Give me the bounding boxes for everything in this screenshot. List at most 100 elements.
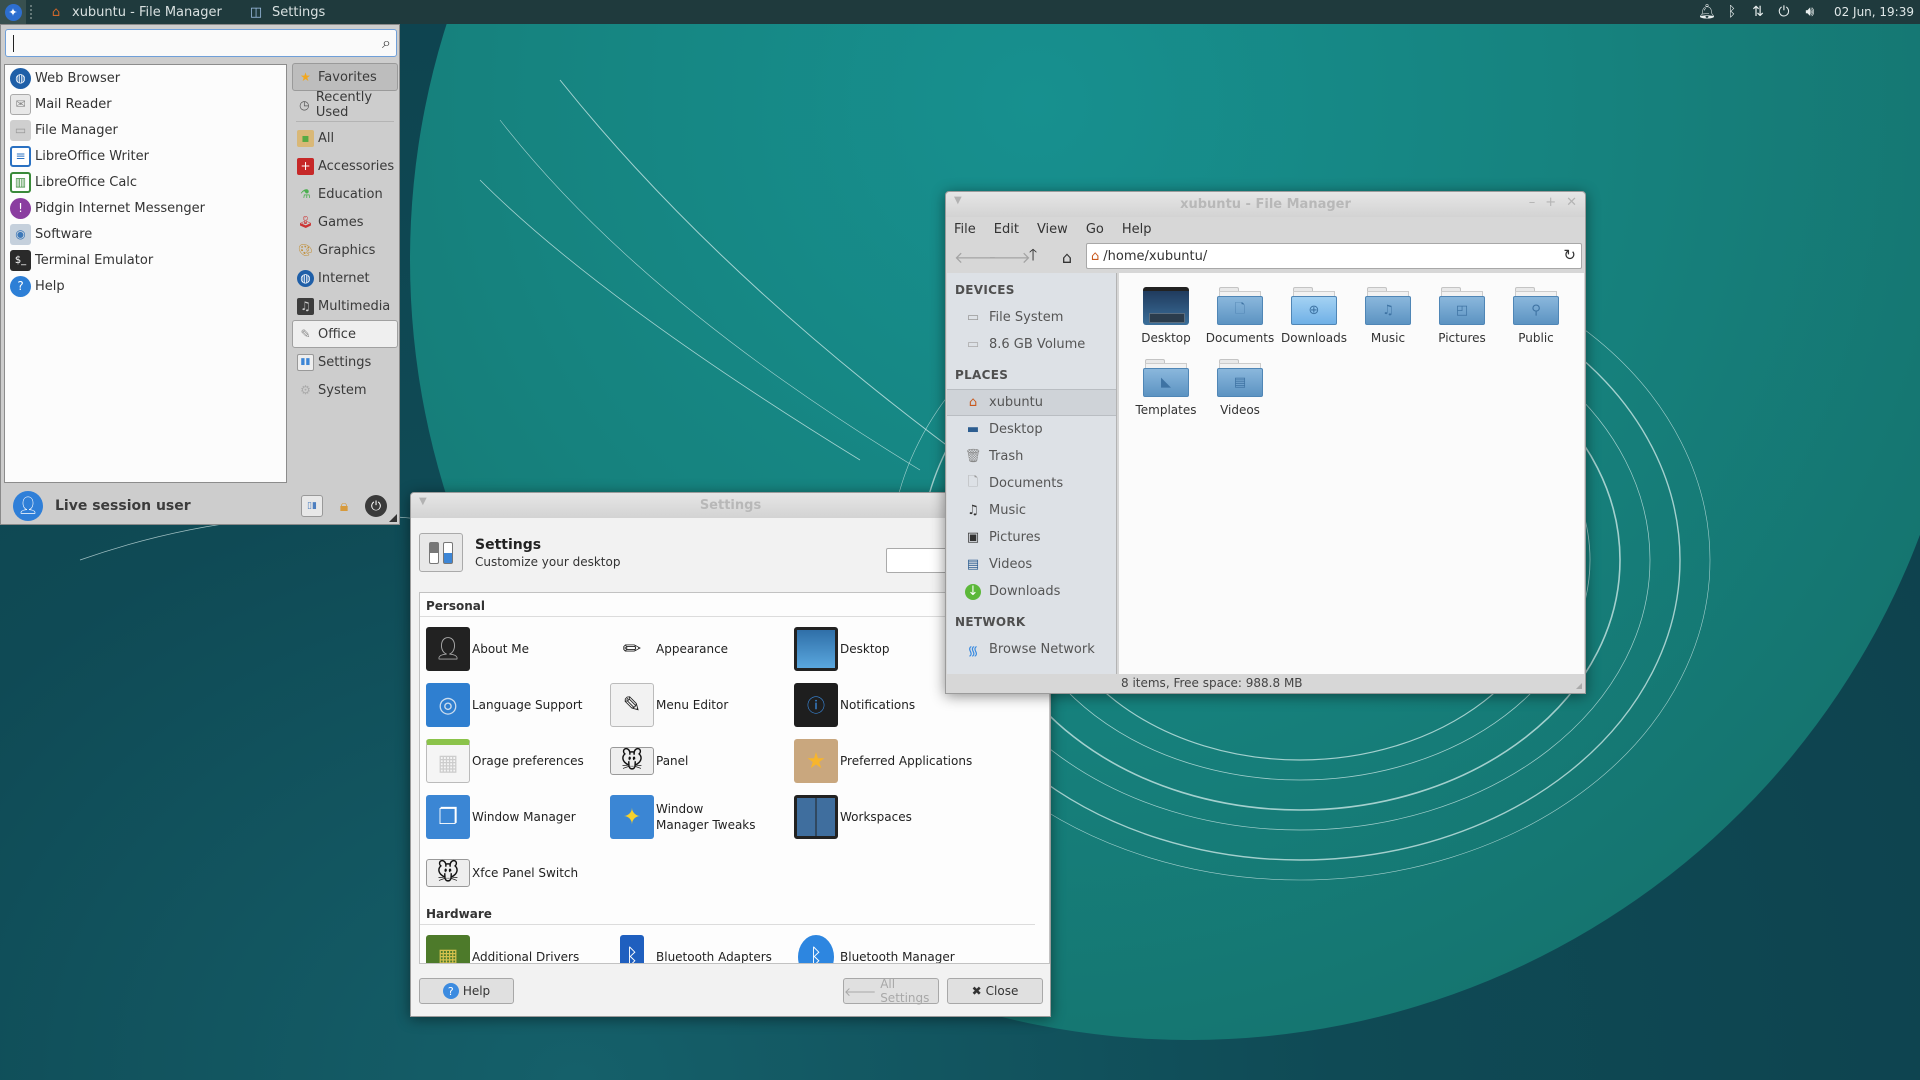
minimize-icon[interactable]: – (1529, 195, 1536, 210)
category-recently-used[interactable]: ◷ Recently Used (292, 90, 398, 120)
sidebar-item-pictures[interactable]: ▣ Pictures (947, 524, 1116, 551)
file-item-documents[interactable]: 🗋 Documents (1203, 287, 1277, 345)
notification-bell-icon[interactable]: 🔔︎ (1698, 4, 1716, 20)
settings-item-xfce-panel-switch[interactable]: 🐭︎ Xfce Panel Switch (426, 845, 610, 901)
sidebar-item-desktop[interactable]: ▬ Desktop (947, 416, 1116, 443)
app-item-software[interactable]: ◉ Software (5, 221, 286, 247)
file-name: Pictures (1438, 331, 1486, 345)
settings-item-about-me[interactable]: 👤︎ About Me (426, 621, 610, 677)
item-label: Desktop (840, 642, 890, 656)
file-item-downloads[interactable]: ⊕ Downloads (1277, 287, 1351, 345)
lock-icon[interactable]: 🔒︎ (333, 495, 355, 517)
settings-item-wm-tweaks[interactable]: ✦ Window Manager Tweaks (610, 789, 794, 845)
menu-file[interactable]: File (954, 222, 976, 237)
app-item-file-manager[interactable]: ▭ File Manager (5, 117, 286, 143)
sidebar-item-xubuntu[interactable]: ⌂ xubuntu (947, 389, 1116, 416)
resize-grip[interactable] (389, 514, 397, 522)
category-office[interactable]: ✎ Office (292, 320, 398, 348)
window-menu-icon[interactable]: ▼ (419, 496, 427, 507)
category-settings[interactable]: ▮▮ Settings (292, 348, 398, 376)
settings-item-language-support[interactable]: ◎ Language Support (426, 677, 610, 733)
clock[interactable]: 02 Jun, 19:39 (1834, 5, 1914, 19)
file-item-desktop[interactable]: Desktop (1129, 287, 1203, 345)
maximize-icon[interactable]: + (1545, 195, 1556, 210)
sidebar-item-documents[interactable]: 🗋 Documents (947, 470, 1116, 497)
category-system[interactable]: ⚙ System (292, 376, 398, 404)
settings-item-bluetooth-manager[interactable]: ᛒ Bluetooth Manager (794, 929, 978, 963)
window-menu-icon[interactable]: ▼ (954, 195, 962, 206)
location-bar[interactable]: ⌂ /home/xubuntu/ ↻ (1086, 243, 1582, 269)
volume-icon[interactable]: 🔊︎ (1802, 4, 1818, 20)
power-icon[interactable]: ⏻ (365, 495, 387, 517)
terminal-icon: $_ (10, 249, 31, 271)
settings-item-menu-editor[interactable]: ✎ Menu Editor (610, 677, 794, 733)
settings-item-window-manager[interactable]: ❐ Window Manager (426, 789, 610, 845)
all-settings-button[interactable]: 🡐 All Settings (843, 977, 939, 1005)
back-arrow-icon[interactable]: 🡐 (954, 247, 997, 267)
app-item-mail-reader[interactable]: ✉ Mail Reader (5, 91, 286, 117)
category-graphics[interactable]: 🎨︎ Graphics (292, 236, 398, 264)
bluetooth-icon[interactable]: ᛒ (1724, 4, 1740, 20)
category-internet[interactable]: ◍ Internet (292, 264, 398, 292)
settings-manager-icon[interactable]: ▯▮ (301, 495, 323, 517)
file-item-pictures[interactable]: ◰ Pictures (1425, 287, 1499, 345)
settings-item-preferred-applications[interactable]: ★ Preferred Applications (794, 733, 978, 789)
file-item-public[interactable]: ⚲ Public (1499, 287, 1573, 345)
resize-grip[interactable] (1576, 683, 1582, 689)
graphics-icon: 🎨︎ (297, 243, 314, 257)
sidebar-item-browse-network[interactable]: ᯾ Browse Network (947, 636, 1116, 663)
sidebar-item-volume[interactable]: ▭ 8.6 GB Volume (947, 331, 1116, 358)
reload-icon[interactable]: ↻ (1563, 246, 1576, 264)
file-item-music[interactable]: ♫ Music (1351, 287, 1425, 345)
file-item-videos[interactable]: ▤ Videos (1203, 359, 1277, 417)
app-item-libreoffice-writer[interactable]: ≡ LibreOffice Writer (5, 143, 286, 169)
category-games[interactable]: 🕹︎ Games (292, 208, 398, 236)
settings-header-title: Settings (475, 536, 542, 553)
category-all[interactable]: ▪ All (292, 124, 398, 152)
bluetooth-icon: ᛒ (798, 935, 834, 963)
app-item-terminal[interactable]: $_ Terminal Emulator (5, 247, 286, 273)
item-label: Appearance (656, 642, 729, 656)
sidebar-item-videos[interactable]: ▤ Videos (947, 551, 1116, 578)
settings-item-bluetooth-adapters[interactable]: ᛒ Bluetooth Adapters (610, 929, 794, 963)
taskbar-item-settings[interactable]: ◫ Settings (240, 0, 333, 24)
close-icon[interactable]: ✕ (1566, 195, 1577, 210)
file-name: Templates (1135, 403, 1197, 417)
sidebar-item-trash[interactable]: 🗑︎ Trash (947, 443, 1116, 470)
power-icon[interactable]: ⏻ (1776, 4, 1792, 20)
sidebar-item-downloads[interactable]: ↓ Downloads (947, 578, 1116, 605)
home-icon[interactable]: ⌂ (1056, 248, 1078, 267)
close-button[interactable]: ✖ Close (947, 978, 1043, 1004)
menu-help[interactable]: Help (1122, 222, 1152, 237)
category-favorites[interactable]: ★ Favorites (292, 63, 398, 91)
menu-edit[interactable]: Edit (994, 222, 1019, 237)
app-item-libreoffice-calc[interactable]: ▥ LibreOffice Calc (5, 169, 286, 195)
panel-handle[interactable] (30, 5, 36, 19)
category-multimedia[interactable]: ♫ Multimedia (292, 292, 398, 320)
category-education[interactable]: ⚗ Education (292, 180, 398, 208)
sidebar-item-music[interactable]: ♫ Music (947, 497, 1116, 524)
sidebar-item-file-system[interactable]: ▭ File System (947, 304, 1116, 331)
category-label: System (318, 382, 367, 398)
file-manager-titlebar[interactable]: ▼ xubuntu - File Manager – + ✕ (946, 192, 1585, 217)
app-item-help[interactable]: ? Help (5, 273, 286, 299)
whisker-menu-button[interactable]: ✦ (0, 0, 26, 24)
network-transfer-icon[interactable]: ⇅ (1750, 4, 1766, 20)
app-item-web-browser[interactable]: ◍ Web Browser (5, 65, 286, 91)
settings-item-additional-drivers[interactable]: ▦ Additional Drivers (426, 929, 610, 963)
settings-item-panel[interactable]: 🐭︎ Panel (610, 733, 794, 789)
category-accessories[interactable]: + Accessories (292, 152, 398, 180)
forward-arrow-icon[interactable]: 🡒 (988, 247, 1031, 267)
app-search-input[interactable]: ⌕ (5, 29, 397, 57)
settings-item-workspaces[interactable]: Workspaces (794, 789, 978, 845)
up-arrow-icon[interactable]: 🡑 (1022, 244, 1044, 271)
help-button[interactable]: ? Help (419, 978, 514, 1004)
app-item-pidgin[interactable]: ! Pidgin Internet Messenger (5, 195, 286, 221)
menu-view[interactable]: View (1037, 222, 1068, 237)
settings-item-orage[interactable]: ▦ Orage preferences (426, 733, 610, 789)
settings-item-appearance[interactable]: ✏ Appearance (610, 621, 794, 677)
file-item-templates[interactable]: ◣ Templates (1129, 359, 1203, 417)
taskbar-item-file-manager[interactable]: ⌂ xubuntu - File Manager (40, 0, 240, 24)
folder-public-icon: ⚲ (1513, 287, 1559, 325)
menu-go[interactable]: Go (1086, 222, 1104, 237)
